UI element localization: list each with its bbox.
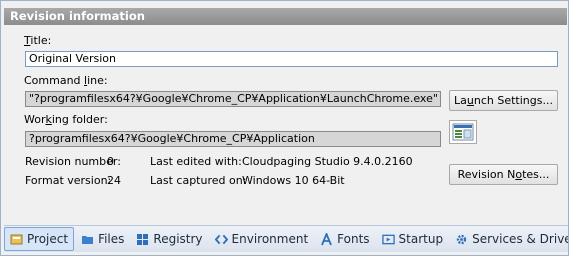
tab-label: Services & Drivers <box>472 232 568 246</box>
environment-icon <box>214 233 228 246</box>
last-edited-value: Cloudpaging Studio 9.4.0.2160 <box>242 155 413 168</box>
working-folder-field[interactable]: ?programfilesx64?¥Google¥Chrome_CP¥Appli… <box>25 131 441 147</box>
window-frame: Revision information Title: Original Ver… <box>0 0 569 256</box>
tab-label: Fonts <box>337 232 370 246</box>
startup-icon <box>381 233 395 246</box>
tab-project[interactable]: Project <box>4 227 75 251</box>
registry-icon <box>136 233 149 246</box>
revision-number-value: 0 <box>107 155 114 168</box>
bottom-tab-bar: Project Files Registry Environment Fonts… <box>4 225 568 252</box>
command-line-label: Command line: <box>24 74 108 87</box>
files-icon <box>81 233 94 246</box>
tab-environment[interactable]: Environment <box>210 228 314 250</box>
tab-label: Startup <box>398 232 444 246</box>
section-header: Revision information <box>4 8 567 25</box>
format-version-label: Format version: <box>25 174 112 187</box>
tab-startup[interactable]: Startup <box>377 228 449 250</box>
working-folder-label: Working folder: <box>24 113 108 126</box>
fonts-icon <box>320 232 333 246</box>
tab-label: Registry <box>153 232 203 246</box>
revision-panel: Title: Original Version Command line: "?… <box>4 25 567 223</box>
last-edited-label: Last edited with: <box>150 155 242 168</box>
command-line-field[interactable]: "?programfilesx64?¥Google¥Chrome_CP¥Appl… <box>25 91 441 107</box>
tab-label: Environment <box>231 232 309 246</box>
tab-fonts[interactable]: Fonts <box>315 228 374 250</box>
folder-browse-icon <box>452 123 474 141</box>
revision-notes-button[interactable]: Revision Notes... <box>449 164 558 185</box>
last-captured-value: Windows 10 64-Bit <box>242 174 345 187</box>
title-label: Title: <box>24 34 52 47</box>
tab-label: Project <box>27 232 69 246</box>
services-icon <box>455 233 468 246</box>
format-version-value: 24 <box>107 174 121 187</box>
browse-folder-button[interactable] <box>449 120 477 144</box>
project-icon <box>10 233 23 246</box>
tab-label: Files <box>98 232 125 246</box>
title-field[interactable]: Original Version <box>25 51 558 67</box>
last-captured-label: Last captured on: <box>150 174 247 187</box>
launch-settings-button[interactable]: Launch Settings... <box>449 90 558 111</box>
tab-services-drivers[interactable]: Services & Drivers <box>450 228 568 250</box>
tab-registry[interactable]: Registry <box>131 228 207 250</box>
tab-files[interactable]: Files <box>76 228 129 250</box>
